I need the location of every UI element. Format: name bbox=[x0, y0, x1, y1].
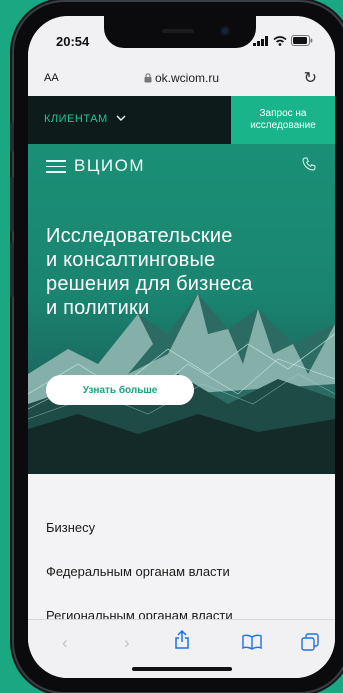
headline-line-4: и политики bbox=[46, 297, 150, 319]
request-label-line2: исследование bbox=[250, 120, 316, 131]
chevron-down-icon bbox=[116, 115, 126, 121]
clients-label: КЛИЕНТАМ bbox=[44, 113, 108, 125]
site-top-bar: КЛИЕНТАМ Запрос на исследование bbox=[28, 96, 335, 144]
hero-headline: Исследовательские и консалтинговые решен… bbox=[46, 224, 326, 320]
front-camera bbox=[220, 26, 230, 36]
forward-icon[interactable]: › bbox=[124, 633, 130, 653]
url-text: ok.wciom.ru bbox=[154, 71, 219, 85]
lock-icon bbox=[144, 73, 152, 83]
phone-icon[interactable] bbox=[301, 156, 317, 172]
audience-menu: Бизнесу Федеральным органам власти Регио… bbox=[28, 474, 335, 623]
headline-line-2: и консалтинговые bbox=[46, 249, 216, 271]
battery-icon bbox=[291, 35, 313, 46]
site-nav: ВЦИОМ bbox=[28, 144, 335, 186]
list-item[interactable]: Федеральным органам власти bbox=[46, 564, 230, 579]
wifi-icon bbox=[273, 35, 287, 46]
menu-icon[interactable] bbox=[46, 160, 66, 177]
status-icons bbox=[253, 35, 313, 46]
bookmarks-icon[interactable] bbox=[242, 634, 262, 650]
clients-dropdown[interactable]: КЛИЕНТАМ bbox=[44, 113, 126, 125]
screen: 20:54 AA ok.wciom.ru ↻ КЛИЕНТАМ Запрос н… bbox=[28, 16, 335, 678]
reload-icon[interactable]: ↻ bbox=[304, 68, 317, 88]
browser-toolbar: ‹ › bbox=[28, 619, 335, 678]
request-research-button[interactable]: Запрос на исследование bbox=[231, 96, 335, 144]
hero-section: ВЦИОМ Исследовательские и консалтинговые… bbox=[28, 144, 335, 474]
status-time: 20:54 bbox=[56, 34, 90, 49]
volume-up-button bbox=[10, 177, 14, 232]
headline-line-1: Исследовательские bbox=[46, 225, 233, 247]
learn-more-button[interactable]: Узнать больше bbox=[46, 375, 194, 405]
url-field[interactable]: ok.wciom.ru bbox=[28, 71, 335, 85]
notch bbox=[104, 16, 256, 48]
headline-line-3: решения для бизнеса bbox=[46, 273, 253, 295]
speaker bbox=[162, 29, 194, 33]
volume-down-button bbox=[10, 242, 14, 297]
mute-switch bbox=[10, 122, 14, 152]
home-indicator[interactable] bbox=[132, 667, 232, 671]
signal-icon bbox=[253, 35, 268, 46]
site-logo[interactable]: ВЦИОМ bbox=[74, 156, 145, 176]
tabs-icon[interactable] bbox=[301, 633, 319, 651]
back-icon[interactable]: ‹ bbox=[62, 633, 68, 653]
phone-frame: 20:54 AA ok.wciom.ru ↻ КЛИЕНТАМ Запрос н… bbox=[10, 2, 343, 692]
browser-address-bar[interactable]: AA ok.wciom.ru ↻ bbox=[28, 62, 335, 97]
request-label-line1: Запрос на bbox=[259, 108, 307, 119]
list-item[interactable]: Бизнесу bbox=[46, 520, 95, 535]
status-bar: 20:54 bbox=[28, 16, 335, 62]
share-icon[interactable] bbox=[174, 630, 190, 650]
